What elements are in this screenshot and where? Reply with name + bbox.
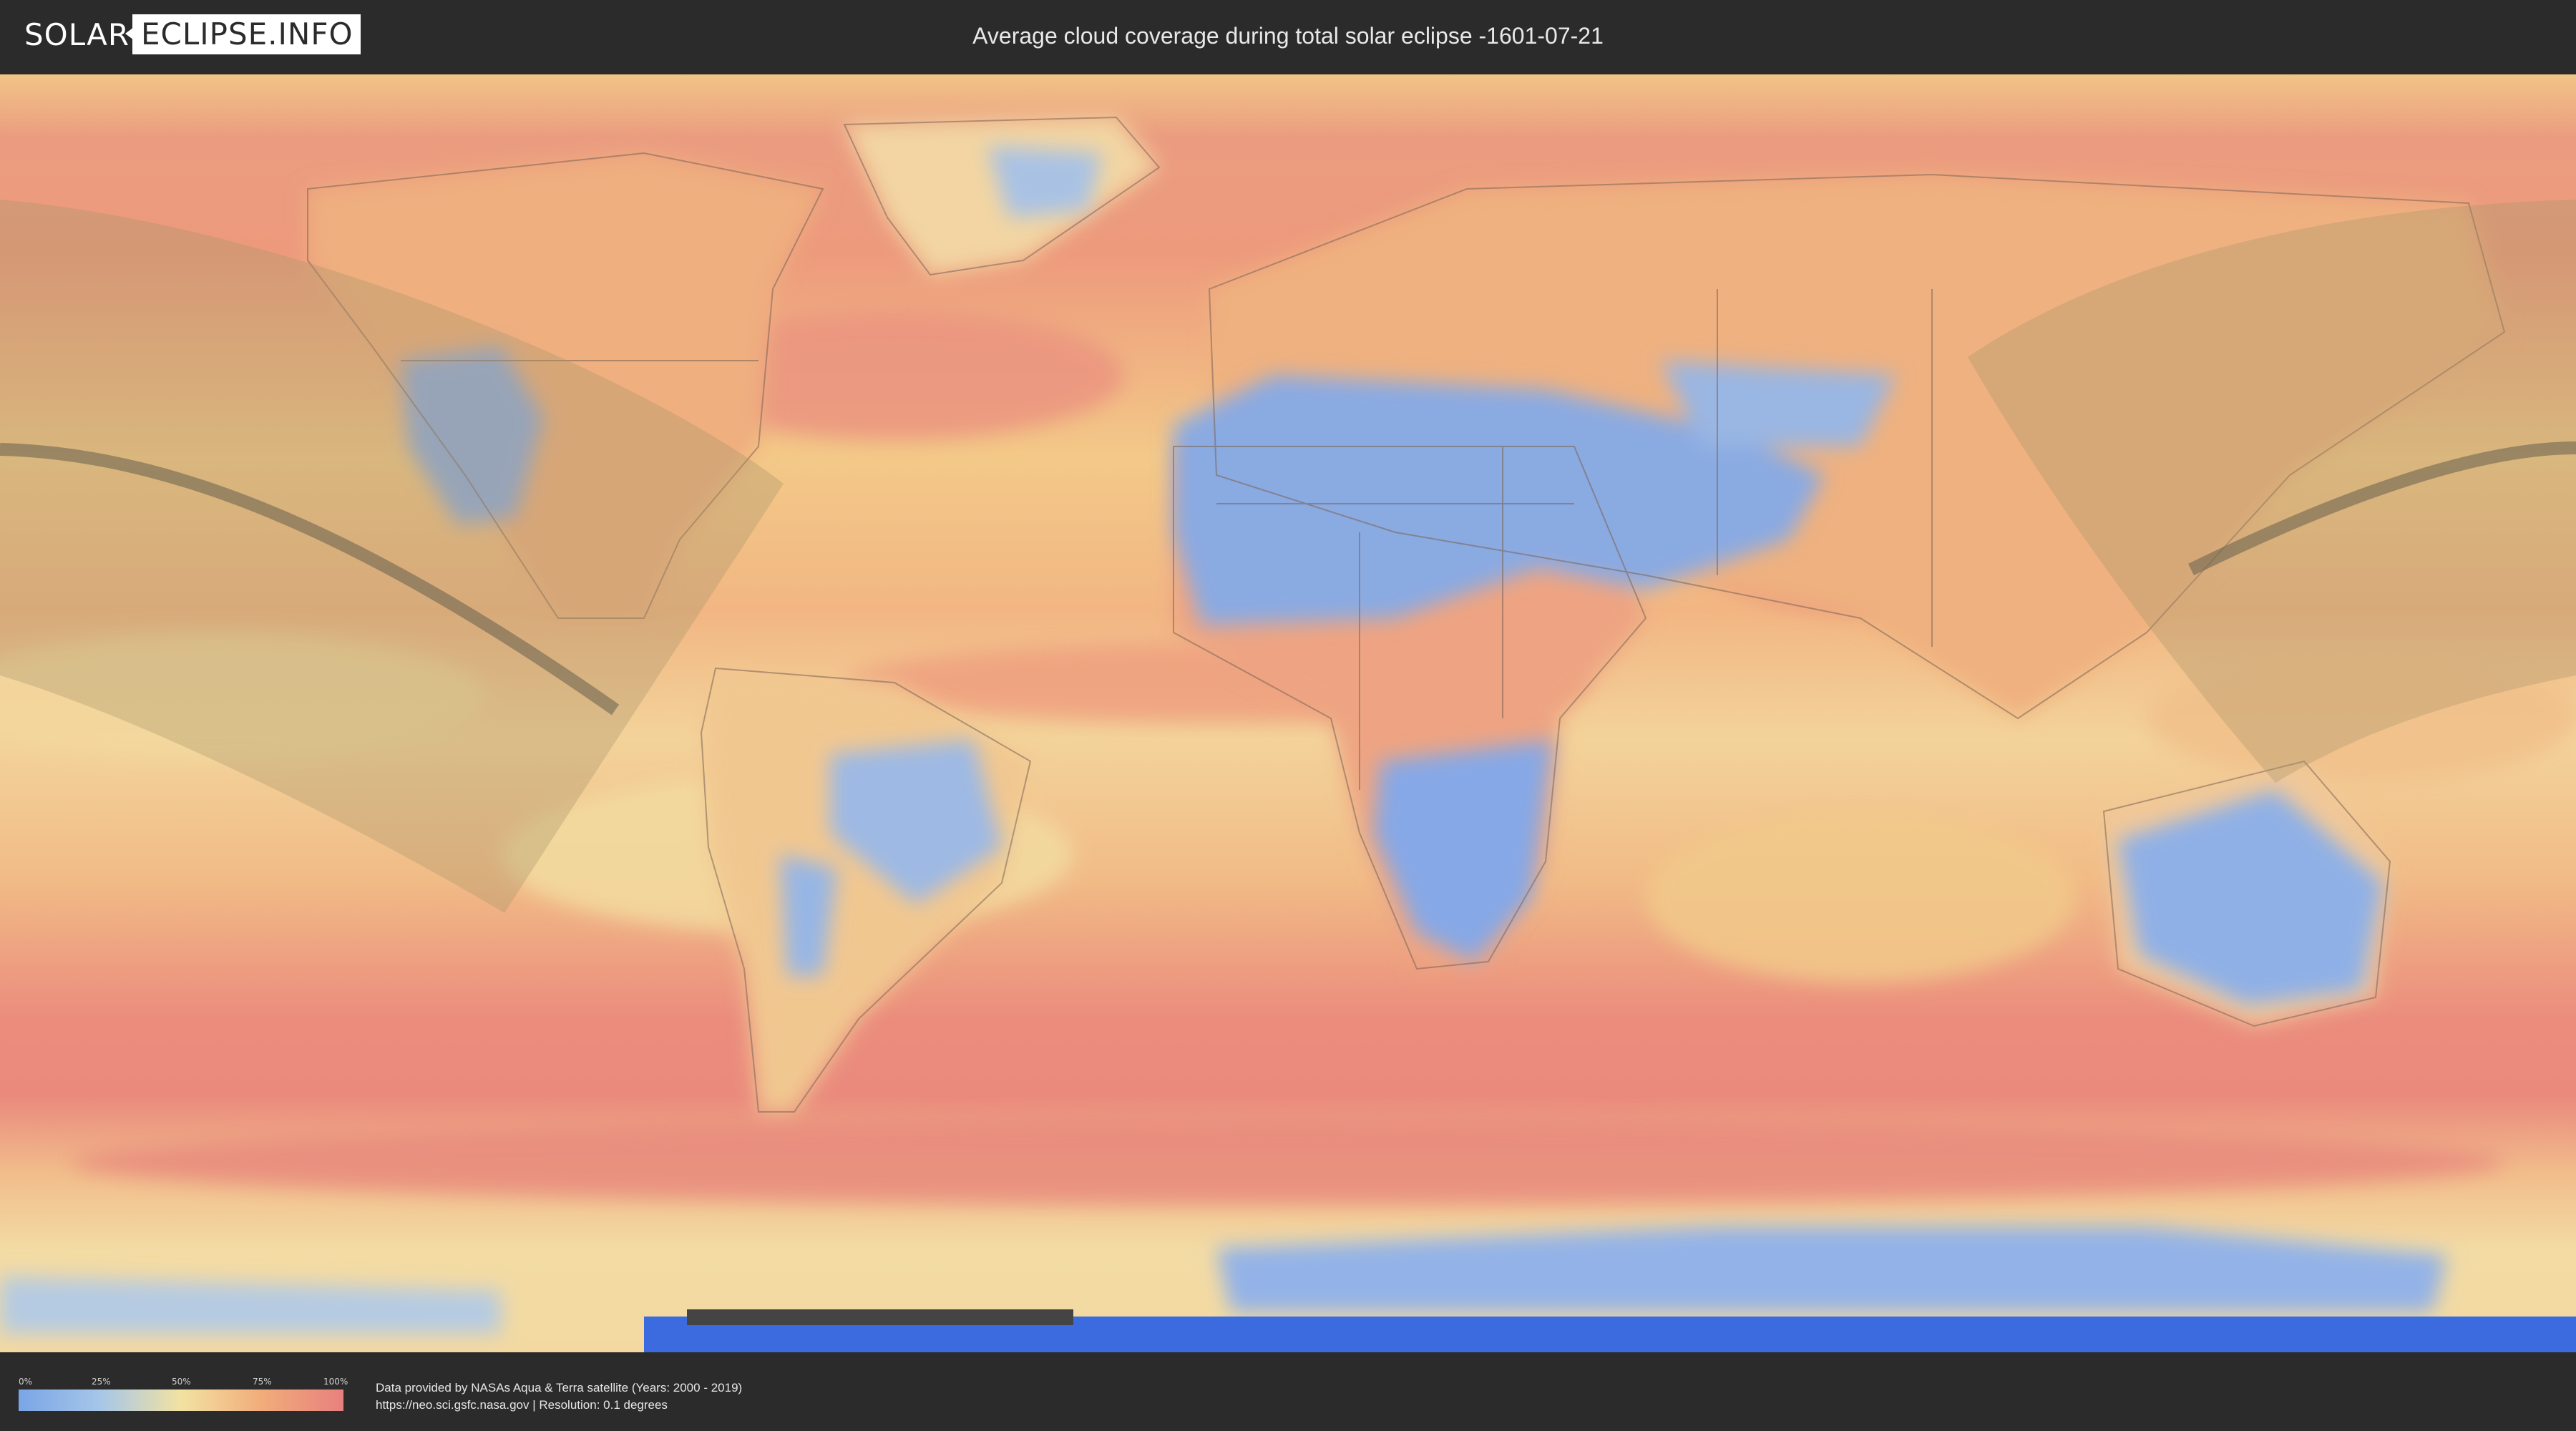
header-bar: SOLAR ECLIPSE.INFO Average cloud coverag… xyxy=(0,0,2576,72)
page-title: Average cloud coverage during total sola… xyxy=(972,22,1604,49)
data-credits: Data provided by NASAs Aqua & Terra sate… xyxy=(376,1379,742,1414)
legend-tick-100: 100% xyxy=(323,1377,348,1387)
legend-color-bar xyxy=(19,1390,343,1411)
cloud-coverage-map xyxy=(0,74,2576,1352)
credit-line-2: https://neo.sci.gsfc.nasa.gov | Resoluti… xyxy=(376,1398,668,1412)
legend-tick-25: 25% xyxy=(92,1377,111,1387)
legend-tick-75: 75% xyxy=(253,1377,272,1387)
footer-bar: 0% 25% 50% 75% 100% Data provided by NAS… xyxy=(0,1357,2576,1431)
legend-tick-50: 50% xyxy=(172,1377,191,1387)
cloud-legend: 0% 25% 50% 75% 100% xyxy=(19,1377,348,1412)
credit-line-1: Data provided by NASAs Aqua & Terra sate… xyxy=(376,1381,743,1395)
legend-tick-0: 0% xyxy=(19,1377,33,1387)
no-data-region xyxy=(687,1309,1073,1325)
